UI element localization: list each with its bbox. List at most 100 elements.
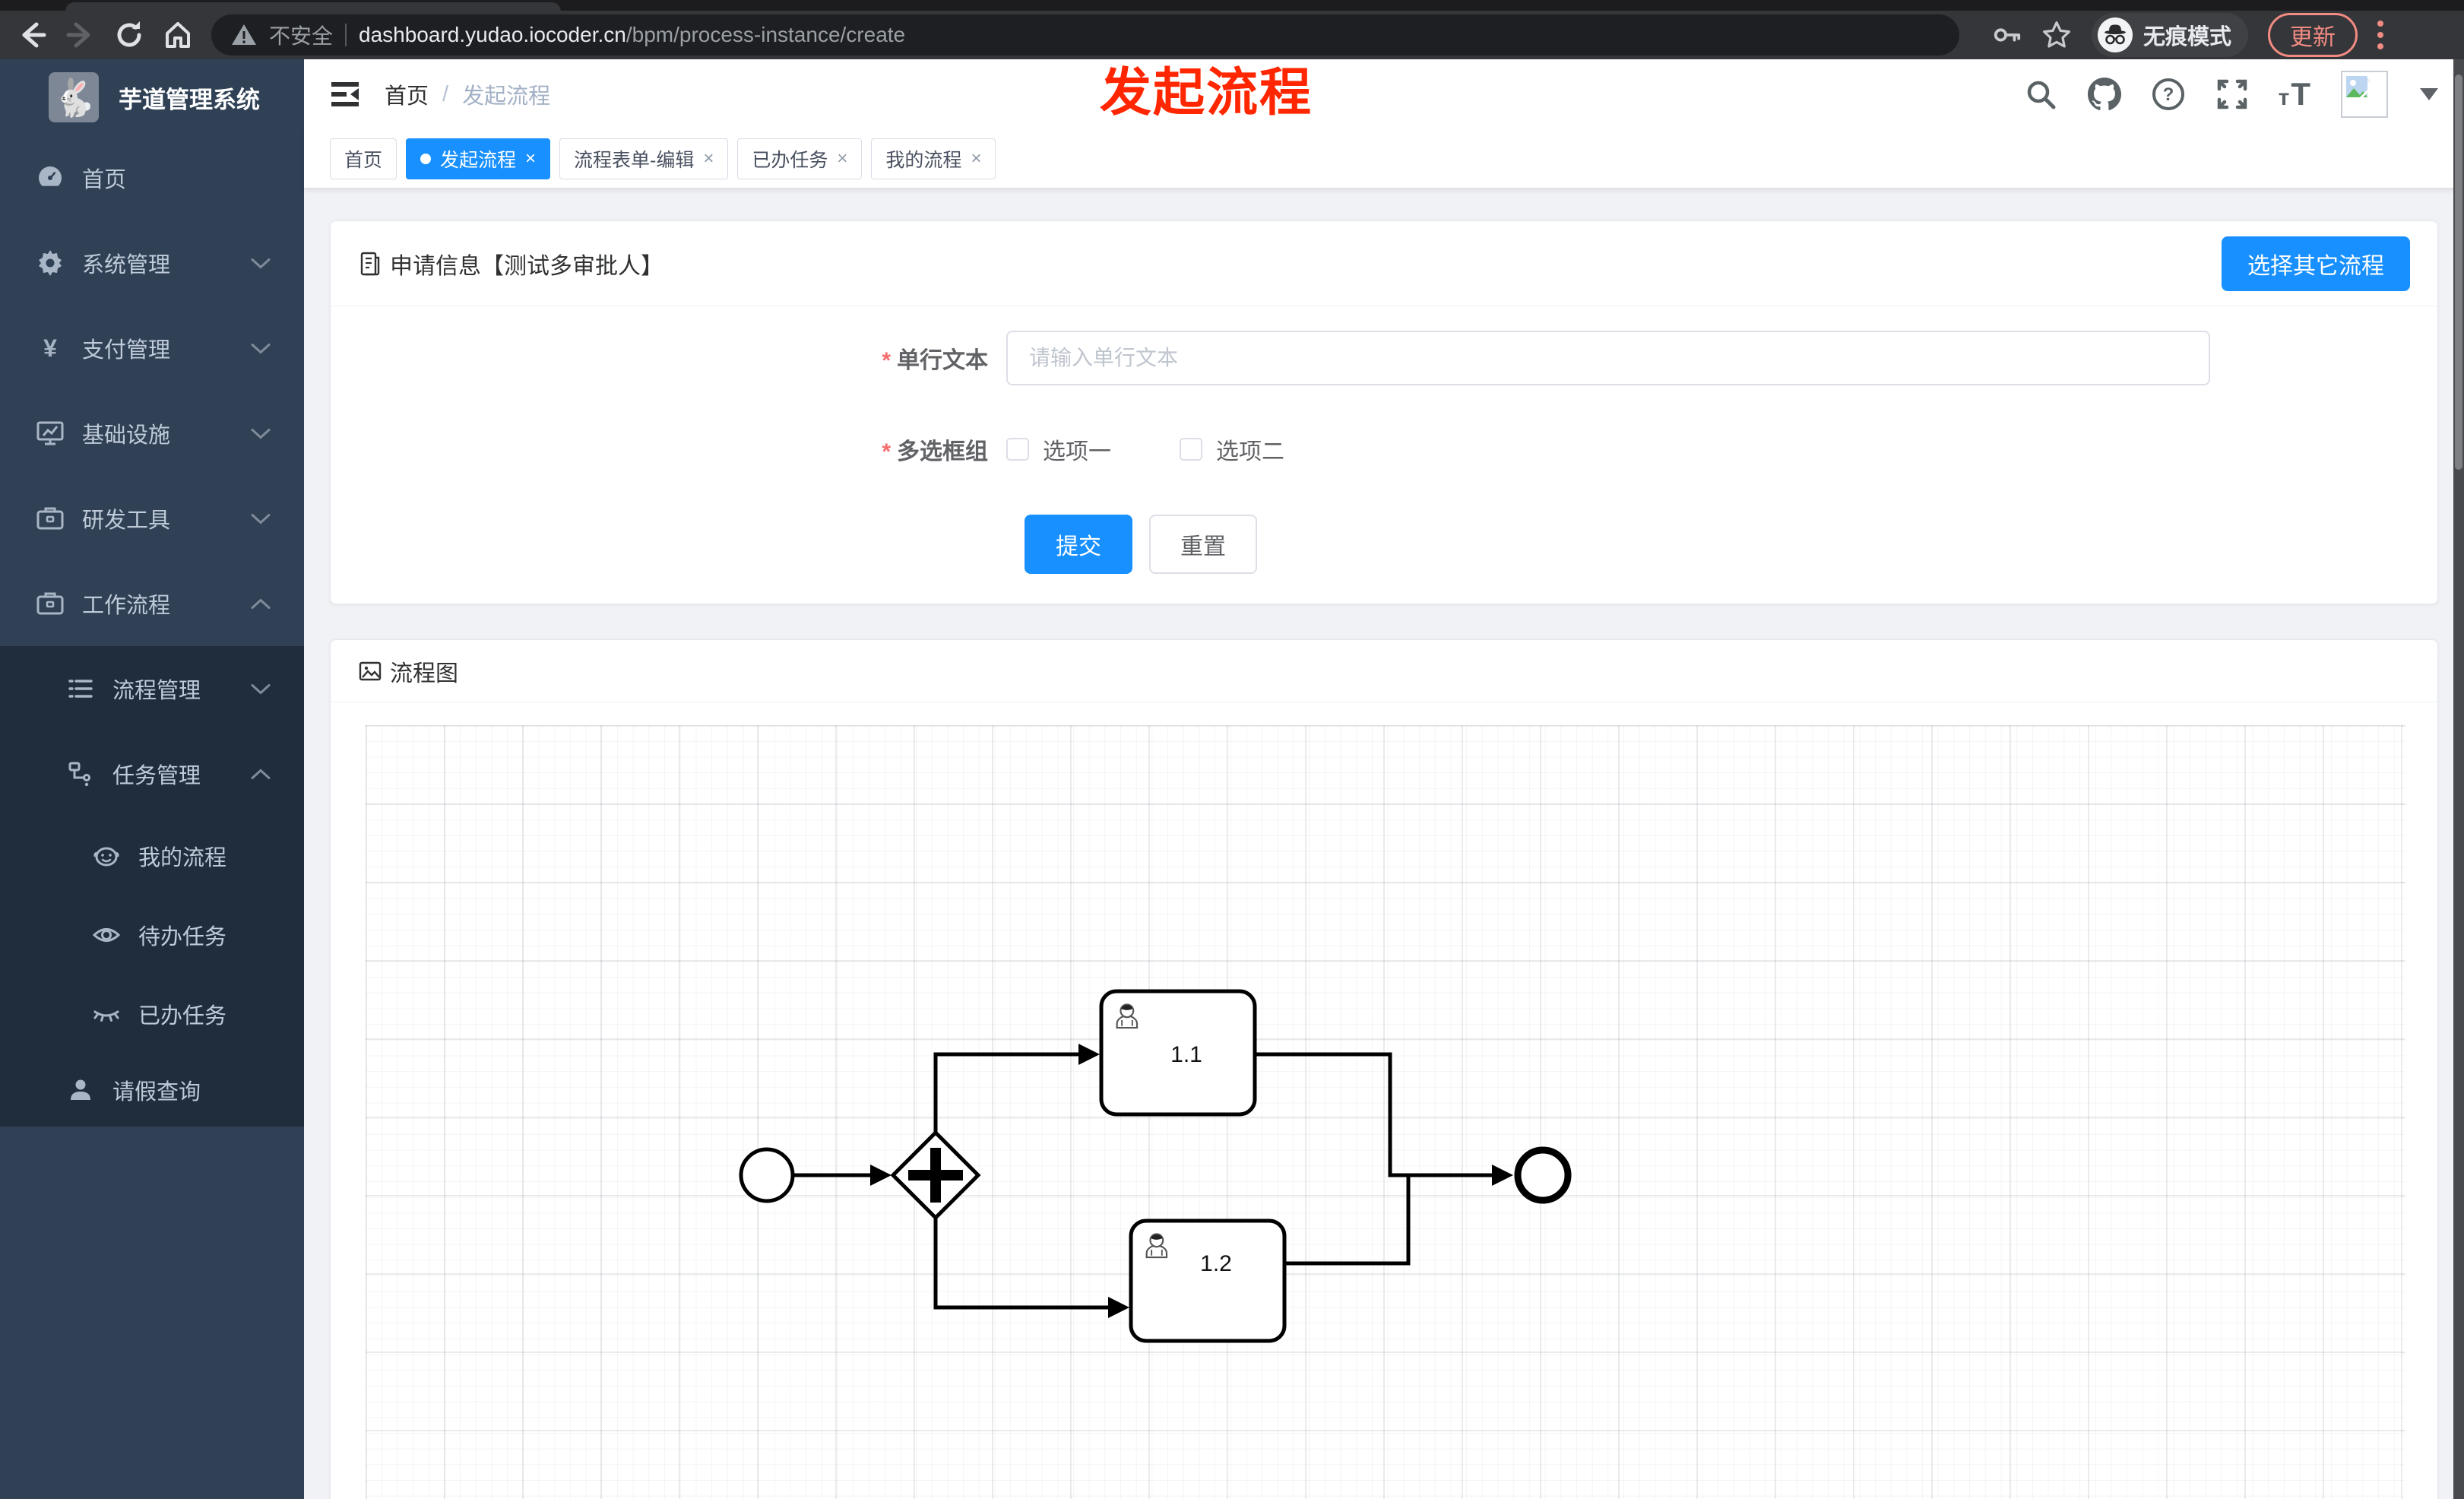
avatar[interactable] <box>2341 71 2388 118</box>
scrollbar-thumb[interactable] <box>2455 74 2462 470</box>
tab-home[interactable]: 首页 <box>330 138 397 179</box>
sidebar-item-infra[interactable]: 基础设施 <box>0 391 304 476</box>
caret-down-icon[interactable] <box>2420 88 2438 100</box>
card-title: 流程图 <box>390 661 458 686</box>
close-icon[interactable]: × <box>971 149 981 168</box>
sidebar-item-devtools[interactable]: 研发工具 <box>0 476 304 561</box>
close-icon[interactable]: × <box>703 149 714 168</box>
tab-start-process[interactable]: 发起流程 × <box>406 138 551 179</box>
sidebar-item-task-mgmt[interactable]: 任务管理 <box>0 731 304 816</box>
sidebar-item-label: 首页 <box>82 168 127 192</box>
toolbox-icon <box>35 503 65 534</box>
sidebar-item-process-mgmt[interactable]: 流程管理 <box>0 646 304 731</box>
user-icon <box>65 1075 96 1105</box>
browser-actions: 无痕模式 更新 <box>1991 13 2384 57</box>
page-scrollbar[interactable] <box>2453 59 2464 1499</box>
update-button[interactable]: 更新 <box>2268 13 2358 57</box>
dashboard-icon <box>35 163 65 193</box>
sidebar-collapse-icon[interactable] <box>330 79 360 109</box>
sidebar-item-label: 基础设施 <box>82 423 171 448</box>
key-icon[interactable] <box>1991 20 2022 50</box>
url-text: dashboard.yudao.iocoder.cn/bpm/process-i… <box>359 23 905 47</box>
single-line-text-input[interactable] <box>1006 331 2210 385</box>
sidebar-item-system[interactable]: 系统管理 <box>0 220 304 306</box>
sidebar-item-my-process[interactable]: 我的流程 <box>0 816 304 895</box>
url-divider <box>345 24 347 46</box>
incognito-badge: 无痕模式 <box>2092 13 2249 57</box>
url-bar[interactable]: 不安全 dashboard.yudao.iocoder.cn/bpm/proce… <box>211 14 1959 55</box>
github-icon[interactable] <box>2087 77 2122 112</box>
robot-icon <box>91 841 122 871</box>
security-label: 不安全 <box>269 24 334 48</box>
checkbox-option-2[interactable]: 选项二 <box>1180 433 1284 466</box>
form-row-text: * 单行文本 <box>331 331 2437 385</box>
arrowhead-icon <box>1078 1044 1100 1065</box>
reset-button[interactable]: 重置 <box>1149 515 1257 574</box>
tab-process-form-edit[interactable]: 流程表单-编辑 × <box>559 138 729 179</box>
browser-tabstrip <box>0 0 2464 11</box>
tab-label: 发起流程 <box>440 149 517 171</box>
checkbox-option-1[interactable]: 选项一 <box>1006 433 1111 466</box>
chevron-up-icon <box>251 591 271 616</box>
app-logo-row[interactable]: 🐇 芋道管理系统 <box>0 59 304 135</box>
document-icon <box>360 252 380 275</box>
browser-menu-icon[interactable] <box>2377 21 2384 49</box>
sidebar-item-label: 待办任务 <box>138 925 227 949</box>
tab-my-process[interactable]: 我的流程 × <box>871 138 996 179</box>
apply-info-card: 申请信息【测试多审批人】 选择其它流程 *单行文本 *多选框组 选项一 选项二 … <box>330 220 2438 604</box>
close-icon[interactable]: × <box>837 149 847 168</box>
bpmn-diagram: 1.1 1.2 <box>739 989 1572 1343</box>
list-icon <box>65 673 96 704</box>
main-content: 申请信息【测试多审批人】 选择其它流程 *单行文本 *多选框组 选项一 选项二 … <box>304 189 2464 1499</box>
sidebar-item-label: 系统管理 <box>82 253 171 277</box>
sidebar-item-label: 支付管理 <box>82 338 171 363</box>
choose-other-process-button[interactable]: 选择其它流程 <box>2222 236 2410 291</box>
sidebar-item-home[interactable]: 首页 <box>0 135 304 220</box>
sidebar: 🐇 芋道管理系统 首页 系统管理 ¥ 支付管理 基础设施 研发工具 工作流程 流… <box>0 59 304 1499</box>
app-logo: 🐇 <box>49 72 99 122</box>
chevron-down-icon <box>251 251 271 276</box>
fullscreen-icon[interactable] <box>2215 77 2250 112</box>
svg-text:?: ? <box>2162 84 2174 105</box>
end-event-node[interactable] <box>1514 1146 1572 1204</box>
chevron-down-icon <box>251 677 271 702</box>
breadcrumb-home[interactable]: 首页 <box>385 78 429 110</box>
help-icon[interactable]: ? <box>2151 77 2186 112</box>
monitor-icon <box>35 418 65 448</box>
checkbox-icon[interactable] <box>1006 438 1029 461</box>
close-icon[interactable]: × <box>525 149 536 168</box>
sidebar-item-done-tasks[interactable]: 已办任务 <box>0 975 304 1054</box>
forward-icon[interactable] <box>65 20 96 50</box>
bookmark-star-icon[interactable] <box>2041 20 2072 50</box>
search-icon[interactable] <box>2023 77 2058 112</box>
font-size-icon[interactable]: тT <box>2279 76 2312 113</box>
yen-icon: ¥ <box>43 334 57 362</box>
header-actions: ? тT <box>2023 71 2438 118</box>
sequence-flow <box>933 1052 1078 1133</box>
bpmn-canvas[interactable]: 1.1 1.2 <box>366 725 2405 1499</box>
app-title: 芋道管理系统 <box>119 86 260 113</box>
flow-icon <box>65 759 96 789</box>
tab-done-tasks[interactable]: 已办任务 × <box>737 138 863 179</box>
field-label: * 单行文本 <box>882 348 988 373</box>
sidebar-item-pay[interactable]: ¥ 支付管理 <box>0 306 304 391</box>
incognito-icon <box>2098 17 2133 52</box>
reload-icon[interactable] <box>114 20 144 50</box>
form-row-checkbox: * 多选框组 选项一 选项二 <box>331 434 2437 464</box>
eye-off-icon <box>91 999 122 1029</box>
start-event-node[interactable] <box>739 1147 795 1203</box>
sidebar-item-label: 研发工具 <box>82 509 171 533</box>
sidebar-item-todo-tasks[interactable]: 待办任务 <box>0 895 304 975</box>
sidebar-item-leave-query[interactable]: 请假查询 <box>0 1054 304 1127</box>
annotation-title: 发起流程 <box>1100 64 1313 122</box>
submit-button[interactable]: 提交 <box>1025 515 1132 574</box>
back-icon[interactable] <box>17 20 47 50</box>
card-title: 申请信息【测试多审批人】 <box>390 253 664 279</box>
tags-view-bar: 首页 发起流程 × 流程表单-编辑 × 已办任务 × 我的流程 × <box>304 129 2464 189</box>
eye-icon <box>91 920 122 950</box>
breadcrumb: 首页 / 发起流程 <box>385 78 550 110</box>
checkbox-icon[interactable] <box>1180 438 1202 461</box>
sidebar-item-workflow[interactable]: 工作流程 <box>0 561 304 646</box>
home-icon[interactable] <box>163 20 193 50</box>
sequence-flow <box>933 1218 1108 1310</box>
